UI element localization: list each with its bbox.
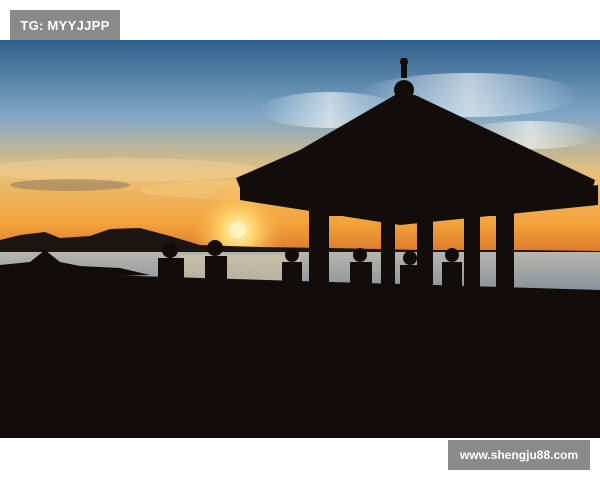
photo-scene xyxy=(0,40,600,438)
watermark-badge: www.shengju88.com xyxy=(448,440,590,470)
tag-badge: TG: MYYJJPP xyxy=(10,10,120,40)
sun xyxy=(230,222,246,238)
sunset-pavilion-photo xyxy=(0,40,600,438)
